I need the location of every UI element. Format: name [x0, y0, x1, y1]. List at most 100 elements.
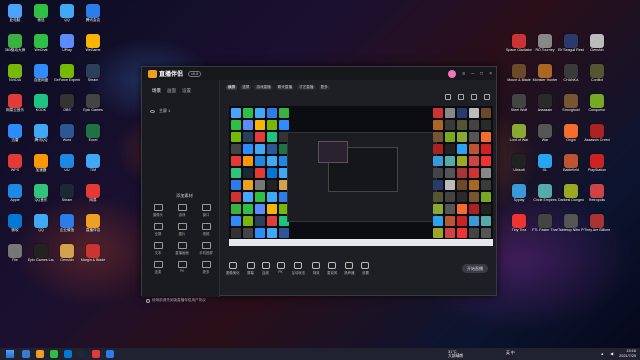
source-tool[interactable]: 游戏: [170, 204, 194, 217]
desktop-icon[interactable]: WPS: [2, 152, 28, 179]
tab-screen[interactable]: 画面: [167, 88, 176, 94]
source-tool[interactable]: 手机投屏: [194, 242, 218, 255]
desktop-icon[interactable]: 腾讯会议: [80, 2, 106, 29]
taskbar-app-icon[interactable]: [64, 350, 72, 358]
desktop-icon[interactable]: They Are Billions: [584, 212, 610, 239]
layout-icon[interactable]: [471, 94, 477, 100]
control-button[interactable]: 扬声器: [344, 261, 354, 275]
desktop-icon[interactable]: 微信: [28, 2, 54, 29]
control-button[interactable]: 互动玩法: [292, 261, 305, 275]
desktop-icon[interactable]: TIM: [80, 152, 106, 179]
desktop-icon[interactable]: QQ音乐: [28, 182, 54, 209]
scene-chip[interactable]: 横屏: [226, 84, 238, 90]
control-button[interactable]: 设置: [361, 261, 370, 275]
desktop-icon[interactable]: OBS: [54, 92, 80, 119]
desktop-icon[interactable]: Circle Empires: [532, 182, 558, 209]
desktop-icon[interactable]: 加速器: [28, 152, 54, 179]
preview-canvas[interactable]: [229, 106, 493, 246]
taskbar-app-icon[interactable]: [78, 350, 86, 358]
desktop-icon[interactable]: Lord of War: [506, 122, 532, 149]
desktop-icon[interactable]: Genshin: [584, 32, 610, 59]
source-tool[interactable]: 图片: [170, 223, 194, 236]
source-tool[interactable]: 全屏: [146, 223, 170, 236]
desktop-icon[interactable]: Battlefield: [558, 152, 584, 179]
scene-chip[interactable]: 竖屏: [240, 84, 252, 90]
source-tool[interactable]: 摄像头: [146, 204, 170, 217]
start-icon[interactable]: [6, 350, 14, 358]
checkbox-icon[interactable]: [146, 298, 150, 303]
weather[interactable]: 31°C 大部晴朗: [448, 350, 463, 358]
desktop-icon[interactable]: 网易: [80, 182, 106, 209]
desktop-icon[interactable]: Assassin Creed: [584, 122, 610, 149]
desktop-icon[interactable]: Origin: [558, 122, 584, 149]
desktop-icon[interactable]: WeGame: [80, 32, 106, 59]
desktop-icon[interactable]: QQ: [28, 212, 54, 239]
taskbar-app-icon[interactable]: [36, 350, 44, 358]
source-tool[interactable]: 窗口: [194, 204, 218, 217]
desktop-icon[interactable]: WeChat: [28, 32, 54, 59]
control-button[interactable]: 屏幕: [246, 261, 255, 275]
control-button[interactable]: 麦克风: [327, 261, 337, 275]
desktop-icon[interactable]: 此电脑: [2, 2, 28, 29]
desktop-icon[interactable]: Stronghold: [558, 92, 584, 119]
tray-text[interactable]: 英 中: [506, 351, 515, 356]
desktop-icon[interactable]: 网易云音乐: [2, 92, 28, 119]
source-tool[interactable]: 文本: [146, 242, 170, 255]
tab-settings[interactable]: 设置: [182, 88, 191, 94]
desktop-icon[interactable]: GL: [532, 152, 558, 179]
control-button[interactable]: PK: [276, 262, 285, 274]
source-tool[interactable]: PK: [170, 261, 194, 274]
desktop-icon[interactable]: CHANKA: [558, 62, 584, 89]
scene-chip[interactable]: 游戏直播: [254, 84, 273, 90]
desktop-icon[interactable]: Margin & Blade: [80, 242, 106, 269]
avatar[interactable]: [448, 70, 457, 78]
desktop-icon[interactable]: Conflict: [584, 62, 610, 89]
scene-chip[interactable]: 聊天直播: [275, 84, 295, 90]
minimize-icon[interactable]: –: [471, 71, 474, 77]
desktop-icon[interactable]: PlayStation: [584, 152, 610, 179]
desktop-icon[interactable]: 微软: [2, 212, 28, 239]
more-icon[interactable]: [484, 94, 490, 100]
volume-icon[interactable]: ◀: [610, 351, 613, 356]
desktop-icon[interactable]: RO Tourney: [532, 32, 558, 59]
desktop-icon[interactable]: File: [2, 242, 28, 269]
eye-icon[interactable]: [150, 109, 155, 113]
source-tool[interactable]: 视频: [194, 223, 218, 236]
desktop-icon[interactable]: Elf Seagull Restored: [558, 32, 584, 59]
desktop-icon[interactable]: UU: [54, 152, 80, 179]
desktop-icon[interactable]: Steam: [54, 182, 80, 209]
desktop-icon[interactable]: Epic Games: [80, 92, 106, 119]
desktop-icon[interactable]: Mount & Blade: [506, 62, 532, 89]
clock[interactable]: 15:16 2021/7/25: [619, 349, 636, 358]
control-button[interactable]: 图像美化: [226, 261, 240, 275]
desktop-icon[interactable]: NVIDIA: [2, 62, 28, 89]
desktop-icon[interactable]: Assassin: [532, 92, 558, 119]
fullscreen-icon[interactable]: [458, 94, 464, 100]
source-tool[interactable]: 直播画面: [170, 242, 194, 255]
control-button[interactable]: 特效: [312, 261, 321, 275]
source-tool[interactable]: 更多: [194, 261, 218, 274]
taskbar-app-icon[interactable]: [50, 350, 58, 358]
desktop-icon[interactable]: Tabletop Nitro Peril: [558, 212, 584, 239]
desktop-icon[interactable]: War: [532, 122, 558, 149]
desktop-icon[interactable]: 360驱动大师: [2, 32, 28, 59]
network-icon[interactable]: ▲: [600, 352, 604, 356]
lock-icon[interactable]: [445, 94, 451, 100]
desktop-icon[interactable]: Darkest Dungeon: [558, 182, 584, 209]
menu-icon[interactable]: ≡: [462, 71, 465, 77]
desktop-icon[interactable]: FTL Faster Than Light: [532, 212, 558, 239]
scene-item[interactable]: 主屏 1: [150, 108, 219, 114]
desktop-icon[interactable]: UPlay: [54, 32, 80, 59]
notice[interactable]: 使用前请先阅读直播伴侣用户协议: [146, 298, 206, 303]
desktop-icon[interactable]: Genshin: [54, 242, 80, 269]
desktop-icon[interactable]: GeForce Experience: [54, 62, 80, 89]
scene-chip[interactable]: 更多: [318, 84, 330, 90]
desktop-icon[interactable]: KOOK: [28, 92, 54, 119]
taskbar-app-icon[interactable]: [92, 350, 100, 358]
desktop-icon[interactable]: Tiny Tina: [506, 212, 532, 239]
taskbar-app-icon[interactable]: [106, 350, 114, 358]
go-live-button[interactable]: 开始直播: [462, 264, 488, 273]
desktop-icon[interactable]: Syplay: [506, 182, 532, 209]
desktop-icon[interactable]: QQ: [54, 2, 80, 29]
desktop-icon[interactable]: Retropolis: [584, 182, 610, 209]
